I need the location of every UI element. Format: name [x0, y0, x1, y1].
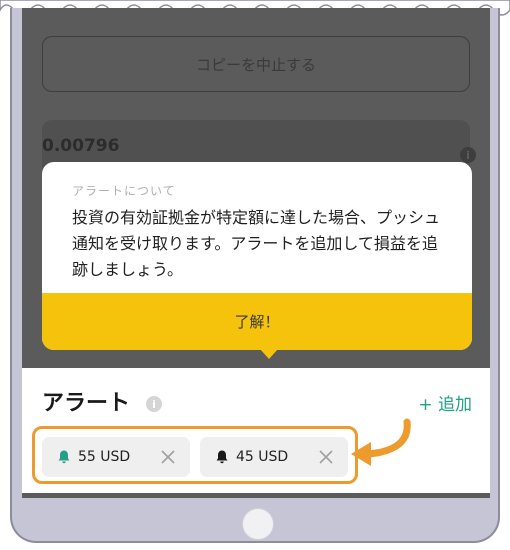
alert-chip-label: 45 USD	[236, 449, 289, 465]
tooltip-ok-button[interactable]: 了解！	[42, 293, 472, 350]
alert-chip-label: 55 USD	[78, 449, 131, 465]
home-button[interactable]	[242, 508, 274, 540]
value-text: 0.00796	[42, 136, 120, 156]
stop-copy-label: コピーを中止する	[195, 55, 316, 74]
alert-info-tooltip: アラートについて 投資の有効証拠金が特定額に達した場合、プッシュ通知を受け取りま…	[42, 162, 472, 359]
tooltip-pointer	[260, 349, 278, 359]
info-icon[interactable]: i	[460, 147, 476, 163]
app-screen: コピーを中止する 0.00796 i アラートについて 投資の有効証拠金が特定額…	[22, 8, 490, 498]
bell-icon	[56, 449, 72, 465]
add-alert-button[interactable]: + 追加	[418, 390, 472, 415]
stop-copy-button[interactable]: コピーを中止する	[42, 36, 470, 92]
alert-chip[interactable]: 45 USD	[200, 437, 348, 477]
info-icon[interactable]: i	[146, 396, 162, 412]
pointer-arrow-icon	[351, 418, 411, 466]
alert-heading: アラート	[42, 391, 131, 416]
close-icon[interactable]	[158, 447, 178, 467]
tooltip-ok-label: 了解！	[234, 313, 280, 331]
phone-frame: コピーを中止する 0.00796 i アラートについて 投資の有効証拠金が特定額…	[10, 8, 500, 543]
tooltip-title: アラートについて	[72, 184, 176, 198]
bottom-strip	[22, 493, 490, 498]
tooltip-body: 投資の有効証拠金が特定額に達した場合、プッシュ通知を受け取ります。アラートを追加…	[72, 208, 441, 279]
alert-section: アラート i + 追加 55 USD 45 USD	[22, 368, 490, 498]
close-icon[interactable]	[316, 447, 336, 467]
alert-chip[interactable]: 55 USD	[42, 437, 190, 477]
bell-icon	[214, 449, 230, 465]
